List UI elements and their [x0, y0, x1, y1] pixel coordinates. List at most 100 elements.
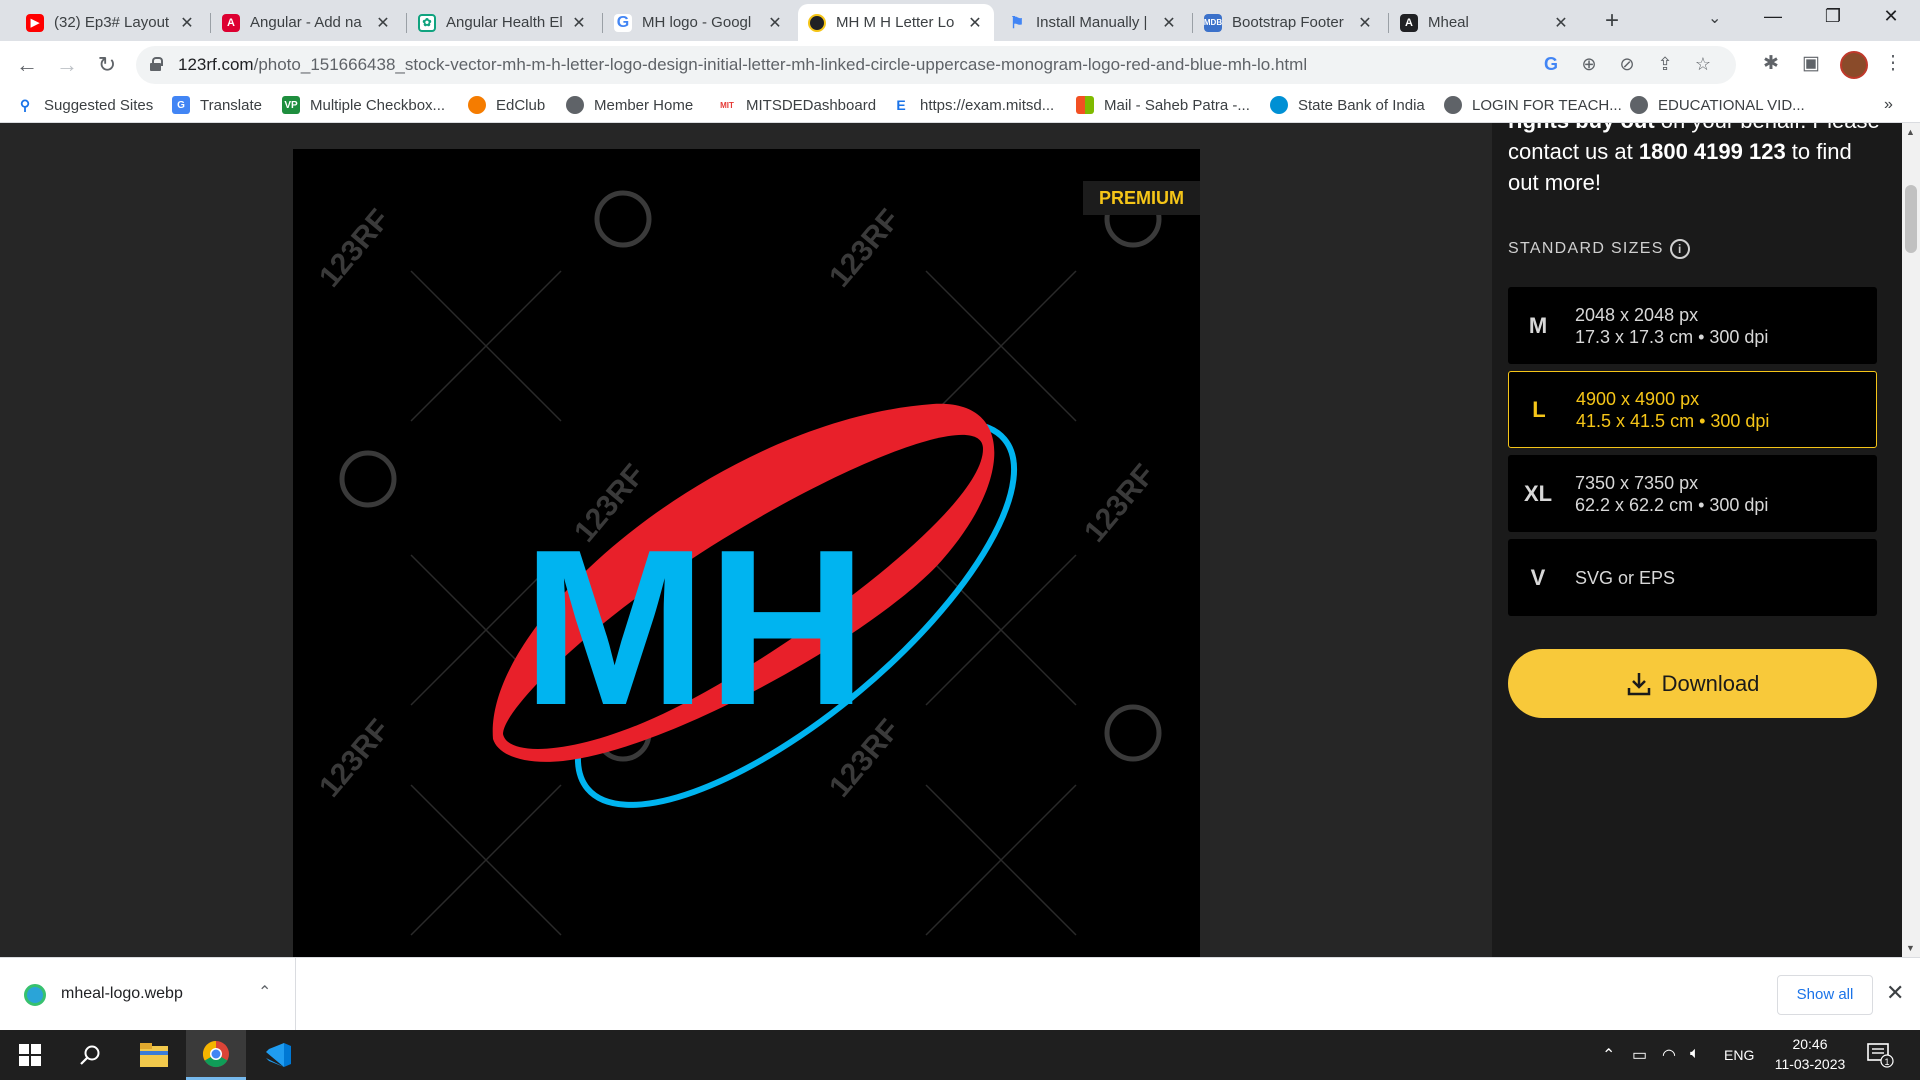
address-bar[interactable]: 123rf.com/photo_151666438_stock-vector-m… — [136, 46, 1736, 84]
info-icon[interactable]: i — [1669, 239, 1690, 259]
globe-icon — [1630, 96, 1648, 114]
tab-install-manually[interactable]: ⚑ Install Manually | ✕ — [998, 4, 1188, 41]
bookmark-translate[interactable]: G Translate — [172, 96, 262, 114]
reload-button[interactable]: ↻ — [92, 51, 122, 81]
tab-google-search[interactable]: G MH logo - Googl ✕ — [604, 4, 794, 41]
tab-mheal[interactable]: A Mheal ✕ — [1390, 4, 1580, 41]
tab-angular-health[interactable]: ✿ Angular Health El ✕ — [408, 4, 598, 41]
file-explorer-button[interactable] — [124, 1030, 184, 1080]
downloads-shelf: mheal-logo.webp ⌃ Show all ✕ — [0, 957, 1920, 1031]
restore-button[interactable]: ❐ — [1818, 6, 1848, 27]
url-text[interactable]: 123rf.com/photo_151666438_stock-vector-m… — [178, 55, 1307, 75]
download-item[interactable]: mheal-logo.webp ⌃ — [0, 958, 296, 1031]
show-all-button[interactable]: Show all — [1777, 975, 1873, 1015]
bookmark-suggested-sites[interactable]: ⚲ Suggested Sites — [16, 96, 153, 114]
flag-icon: ⚑ — [1009, 14, 1025, 32]
angular-icon: A — [222, 13, 240, 32]
close-icon[interactable]: ✕ — [1886, 980, 1904, 1006]
chevron-up-icon[interactable]: ⌃ — [1602, 1045, 1615, 1065]
bookmark-label: Mail - Saheb Patra -... — [1104, 96, 1250, 114]
battery-icon[interactable]: ▭ — [1632, 1045, 1647, 1065]
bookmark-login-teach[interactable]: LOGIN FOR TEACH... — [1444, 96, 1622, 114]
menu-icon[interactable]: ⋮ — [1880, 52, 1906, 75]
svg-text:123RF: 123RF — [313, 713, 396, 803]
bookmark-label: EdClub — [496, 96, 546, 114]
close-icon[interactable]: ✕ — [1356, 13, 1374, 33]
bookmark-multiple-checkbox[interactable]: VP Multiple Checkbox... — [282, 96, 445, 114]
tab-bootstrap-footer[interactable]: MDB Bootstrap Footer ✕ — [1194, 4, 1384, 41]
vscode-taskbar-button[interactable] — [248, 1030, 308, 1080]
search-icon: ⚲ — [19, 96, 31, 113]
page-scrollbar[interactable]: ▲ ▼ — [1902, 123, 1920, 957]
close-icon[interactable]: ✕ — [1160, 13, 1178, 33]
bookmark-label: State Bank of India — [1298, 96, 1425, 114]
chevron-up-icon[interactable]: ⌃ — [258, 982, 271, 1002]
close-icon[interactable]: ✕ — [766, 13, 784, 33]
microsoft-icon — [1076, 96, 1094, 114]
edclub-icon — [468, 96, 486, 114]
size-option-xl[interactable]: XL 7350 x 7350 px 62.2 x 62.2 cm • 300 dp… — [1508, 455, 1877, 532]
page-content: 123RF 123RF 123RF 123RF 123RF 123RF MH P… — [0, 123, 1902, 957]
zoom-icon[interactable]: ⊕ — [1578, 54, 1600, 75]
size-option-l[interactable]: L 4900 x 4900 px 41.5 x 41.5 cm • 300 dpi — [1508, 371, 1877, 448]
folder-icon — [140, 1043, 168, 1067]
size-option-vector[interactable]: V SVG or EPS — [1508, 539, 1877, 616]
download-button[interactable]: Download — [1508, 649, 1877, 718]
new-tab-button[interactable]: + — [1598, 8, 1626, 34]
scroll-down-icon[interactable]: ▼ — [1906, 943, 1915, 953]
volume-icon[interactable]: 🔈︎ — [1690, 1045, 1700, 1063]
scrollbar-thumb[interactable] — [1905, 185, 1917, 253]
wifi-icon[interactable]: ◠ — [1662, 1045, 1676, 1065]
more-bookmarks-icon[interactable]: » — [1884, 96, 1893, 114]
mh-logo: MH — [492, 403, 1018, 808]
bookmark-educational-vid[interactable]: EDUCATIONAL VID... — [1630, 96, 1805, 114]
premium-badge: PREMIUM — [1083, 181, 1200, 215]
lock-icon[interactable] — [150, 57, 163, 71]
start-button[interactable] — [0, 1030, 60, 1080]
tab-angular-add[interactable]: A Angular - Add na ✕ — [212, 4, 402, 41]
bookmark-mail[interactable]: Mail - Saheb Patra -... — [1076, 96, 1250, 114]
close-icon[interactable]: ✕ — [1552, 13, 1570, 33]
notification-center-button[interactable]: 1 — [1866, 1042, 1894, 1068]
tab-title: Angular Health El — [446, 14, 563, 31]
close-icon[interactable]: ✕ — [570, 13, 588, 33]
youtube-icon: ▶ — [26, 13, 44, 32]
stock-image[interactable]: 123RF 123RF 123RF 123RF 123RF 123RF MH P… — [293, 149, 1200, 957]
tab-123rf[interactable]: MH M H Letter Lo ✕ — [798, 4, 994, 41]
download-icon — [1627, 672, 1650, 695]
share-icon[interactable]: ⇪ — [1654, 54, 1676, 75]
back-button[interactable]: ← — [12, 51, 42, 81]
size-option-m[interactable]: M 2048 x 2048 px 17.3 x 17.3 cm • 300 dpi — [1508, 287, 1877, 364]
chrome-taskbar-button[interactable] — [186, 1030, 246, 1080]
clock[interactable]: 20:46 11-03-2023 — [1760, 1034, 1860, 1074]
side-panel-icon[interactable]: ▣ — [1798, 52, 1824, 75]
bookmark-member-home[interactable]: Member Home — [566, 96, 693, 114]
bookmark-edclub[interactable]: EdClub — [468, 96, 545, 114]
avatar[interactable] — [1840, 51, 1868, 79]
close-icon[interactable]: ✕ — [374, 13, 392, 33]
forward-button[interactable]: → — [52, 51, 82, 81]
bookmark-mitsde-dashboard[interactable]: MIT MITSDEDashboard — [718, 96, 876, 114]
exam-icon: E — [896, 97, 906, 113]
close-window-button[interactable]: ✕ — [1876, 6, 1906, 27]
bookmark-label: Suggested Sites — [44, 96, 154, 114]
edge-file-icon — [24, 984, 46, 1006]
bookmark-exam-mitsde[interactable]: E https://exam.mitsd... — [892, 96, 1054, 114]
close-icon[interactable]: ✕ — [178, 13, 196, 33]
google-lens-icon[interactable]: G — [1540, 54, 1562, 75]
tab-youtube[interactable]: ▶ (32) Ep3# Layout ✕ — [16, 4, 206, 41]
search-button[interactable] — [60, 1030, 120, 1080]
bookmarks-bar: ⚲ Suggested Sites G Translate VP Multipl… — [0, 90, 1920, 123]
bookmark-sbi[interactable]: State Bank of India — [1270, 96, 1425, 114]
minimize-button[interactable]: — — [1758, 6, 1788, 27]
extensions-icon[interactable]: ✱ — [1758, 52, 1784, 75]
close-icon[interactable]: ✕ — [966, 13, 984, 33]
tab-title: Install Manually | — [1036, 14, 1148, 31]
tab-search-chevron-icon[interactable]: ⌄ — [1708, 8, 1721, 28]
eye-slash-icon[interactable]: ⊘ — [1616, 54, 1638, 75]
star-icon[interactable]: ☆ — [1692, 54, 1714, 75]
language-indicator[interactable]: ENG — [1724, 1047, 1754, 1063]
mdb-icon: MDB — [1204, 13, 1222, 32]
bookmark-label: EDUCATIONAL VID... — [1658, 96, 1805, 114]
scroll-up-icon[interactable]: ▲ — [1906, 127, 1915, 137]
